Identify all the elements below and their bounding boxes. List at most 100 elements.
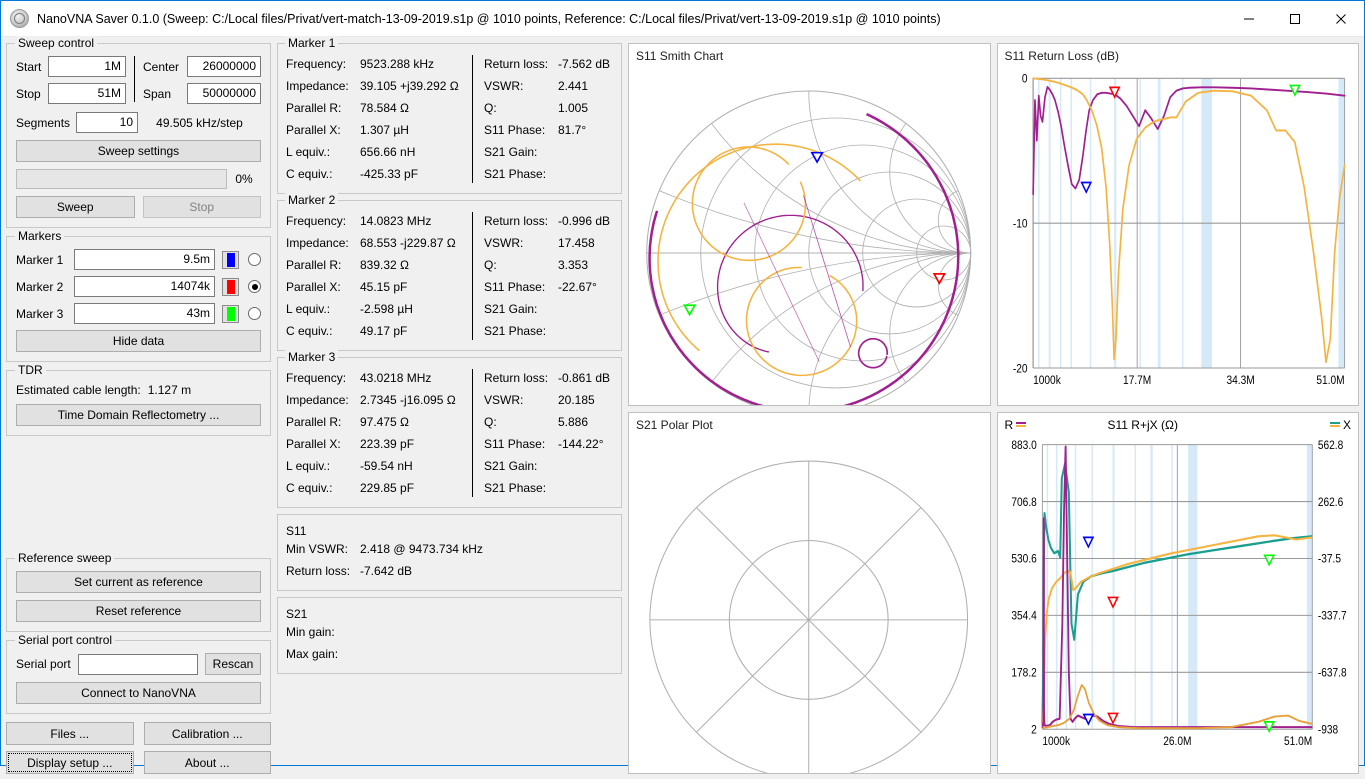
r-legend: R	[1005, 418, 1027, 432]
center-label: Center	[143, 59, 180, 74]
marker-1-c-equiv-value: -425.33 pF	[360, 167, 419, 181]
sweep-settings-button[interactable]: Sweep settings	[16, 140, 261, 162]
s11-min-vswr-key: Min VSWR:	[286, 542, 349, 556]
marker-2-c-equiv-key: C equiv.:	[286, 324, 333, 338]
svg-text:0: 0	[1021, 73, 1027, 86]
bottom-button-row-2: Display setup ... About ...	[6, 751, 271, 774]
marker-2-impedance-key: Impedance:	[286, 236, 349, 250]
marker-3-right-column: Return loss: -0.861 dB VSWR: 20.185 Q: 5.88…	[473, 367, 613, 499]
marker-1-s11-phase-key: S11 Phase:	[484, 123, 546, 137]
marker-3-color-swatch[interactable]	[222, 304, 239, 323]
serial-port-input[interactable]	[78, 653, 198, 675]
svg-text:51.0M: 51.0M	[1316, 374, 1344, 387]
reset-reference-button[interactable]: Reset reference	[16, 600, 261, 622]
minimize-button[interactable]	[1226, 1, 1272, 36]
rescan-button[interactable]: Rescan	[205, 653, 261, 675]
marker-2-input[interactable]: 14074k	[74, 276, 215, 297]
chart-column-right: S11 Return Loss (dB) 0 -10 -20 1000k 17.7M 34…	[996, 43, 1359, 774]
markers-group-title: Markers	[15, 229, 65, 243]
span-input[interactable]: 50000000	[187, 83, 261, 104]
set-reference-button[interactable]: Set current as reference	[16, 571, 261, 593]
calibration-button[interactable]: Calibration ...	[143, 722, 271, 745]
marker-2-impedance-value: 68.553 -j229.87 Ω	[360, 236, 456, 250]
marker-1-frequency-key: Frequency:	[286, 57, 347, 71]
files-button[interactable]: Files ...	[6, 722, 134, 745]
smith-chart[interactable]: S11 Smith Chart	[628, 43, 991, 406]
svg-text:1000k: 1000k	[1042, 735, 1070, 748]
marker-2-parallel-x-key: Parallel X:	[286, 280, 341, 294]
marker-1-s11-phase-value: 81.7°	[558, 123, 587, 137]
serial-port-label: Serial port	[16, 657, 71, 671]
svg-text:51.0M: 51.0M	[1284, 735, 1312, 748]
s11-return-loss-chart[interactable]: S11 Return Loss (dB) 0 -10 -20 1000k 17.7M 34…	[996, 43, 1359, 406]
marker-1-impedance-value: 39.105 +j39.292 Ω	[360, 79, 459, 93]
marker-3-input[interactable]: 43m	[74, 303, 215, 324]
marker-1-color-swatch[interactable]	[222, 250, 239, 269]
display-setup-button[interactable]: Display setup ...	[6, 751, 134, 774]
svg-text:-337.7: -337.7	[1317, 610, 1346, 623]
svg-text:562.8: 562.8	[1317, 439, 1342, 452]
stop-input[interactable]: 51M	[48, 83, 126, 104]
svg-text:-10: -10	[1012, 218, 1027, 231]
marker-3-parallel-r-key: Parallel R:	[286, 415, 342, 429]
marker-3-s11-phase-key: S11 Phase:	[484, 437, 546, 451]
marker-3-s11-phase-value: -144.22°	[558, 437, 604, 451]
marker-3-vswr-value: 20.185	[558, 393, 595, 407]
marker-1-c-equiv-key: C equiv.:	[286, 167, 333, 181]
segments-input[interactable]: 10	[76, 112, 138, 133]
about-button[interactable]: About ...	[143, 751, 271, 774]
marker-3-l-equiv-value: -59.54 nH	[360, 459, 413, 473]
marker-3-left-column: Frequency: 43.0218 MHz Impedance: 2.7345 -…	[286, 367, 472, 499]
marker-1-panel: Marker 1 Frequency: 9523.288 kHz Impedanc…	[277, 36, 622, 194]
marker-3-panel: Marker 3 Frequency: 43.0218 MHz Impedance…	[277, 350, 622, 508]
s11-return-loss-key: Return loss:	[286, 564, 351, 578]
marker-2-c-equiv-value: 49.17 pF	[360, 324, 408, 338]
bottom-button-row-1: Files ... Calibration ...	[6, 722, 271, 745]
hide-data-button[interactable]: Hide data	[16, 330, 261, 352]
marker-1-vswr-value: 2.441	[558, 79, 589, 93]
marker-2-s11-phase-key: S11 Phase:	[484, 280, 546, 294]
title-bar: NanoVNA Saver 0.1.0 (Sweep: C:/Local fil…	[1, 1, 1364, 37]
marker-3-return-loss-value: -0.861 dB	[558, 371, 611, 385]
marker-2-select-radio[interactable]	[248, 280, 261, 293]
reference-sweep-group: Reference sweep Set current as reference…	[6, 551, 271, 632]
maximize-button[interactable]	[1272, 1, 1318, 36]
svg-text:262.6: 262.6	[1317, 496, 1342, 509]
tdr-button[interactable]: Time Domain Reflectometry ...	[16, 404, 261, 426]
center-input[interactable]: 26000000	[187, 56, 261, 77]
marker-2-return-loss-key: Return loss:	[484, 214, 549, 228]
chart-column-left: S11 Smith Chart S21 Polar Plot	[628, 43, 991, 774]
start-input[interactable]: 1M	[48, 56, 126, 77]
stop-label: Stop	[16, 86, 41, 101]
sweep-button[interactable]: Sweep	[16, 196, 135, 218]
s21-summary-panel: S21 Min gain: Max gain:	[277, 597, 622, 674]
marker-2-parallel-x-value: 45.15 pF	[360, 280, 408, 294]
marker-2-left-column: Frequency: 14.0823 MHz Impedance: 68.553 -…	[286, 210, 472, 342]
x-legend: X	[1329, 417, 1351, 432]
span-label: Span	[143, 86, 172, 101]
marker-2-q-key: Q:	[484, 258, 497, 272]
marker-1-right-column: Return loss: -7.562 dB VSWR: 2.441 Q: 1.005…	[473, 53, 613, 185]
x-legend-label: X	[1342, 417, 1351, 432]
marker-1-parallel-r-key: Parallel R:	[286, 101, 342, 115]
r-legend-swatch	[1016, 422, 1027, 427]
marker-1-vswr-key: VSWR:	[484, 79, 524, 93]
s11-r-plus-jx-chart[interactable]: R S11 R+jX (Ω) X 883.0 706.8 530.6 354.4 178…	[996, 411, 1359, 774]
marker-2-parallel-r-key: Parallel R:	[286, 258, 342, 272]
marker-1-input[interactable]: 9.5m	[74, 249, 215, 270]
marker-1-select-radio[interactable]	[248, 253, 261, 266]
marker-2-s21-gain-key: S21 Gain:	[484, 302, 538, 316]
close-button[interactable]	[1318, 1, 1364, 36]
svg-text:2: 2	[1031, 723, 1037, 736]
marker-3-q-key: Q:	[484, 415, 497, 429]
marker-1-s21-phase-key: S21 Phase:	[484, 167, 547, 181]
svg-text:-637.8: -637.8	[1317, 666, 1346, 679]
connect-nanovna-button[interactable]: Connect to NanoVNA	[16, 682, 261, 704]
s21-polar-plot[interactable]: S21 Polar Plot	[628, 411, 991, 774]
marker-2-vswr-value: 17.458	[558, 236, 595, 250]
marker-1-parallel-x-key: Parallel X:	[286, 123, 341, 137]
svg-text:-37.5: -37.5	[1317, 553, 1340, 566]
app-window: NanoVNA Saver 0.1.0 (Sweep: C:/Local fil…	[0, 0, 1365, 774]
marker-3-select-radio[interactable]	[248, 307, 261, 320]
marker-2-color-swatch[interactable]	[222, 277, 239, 296]
